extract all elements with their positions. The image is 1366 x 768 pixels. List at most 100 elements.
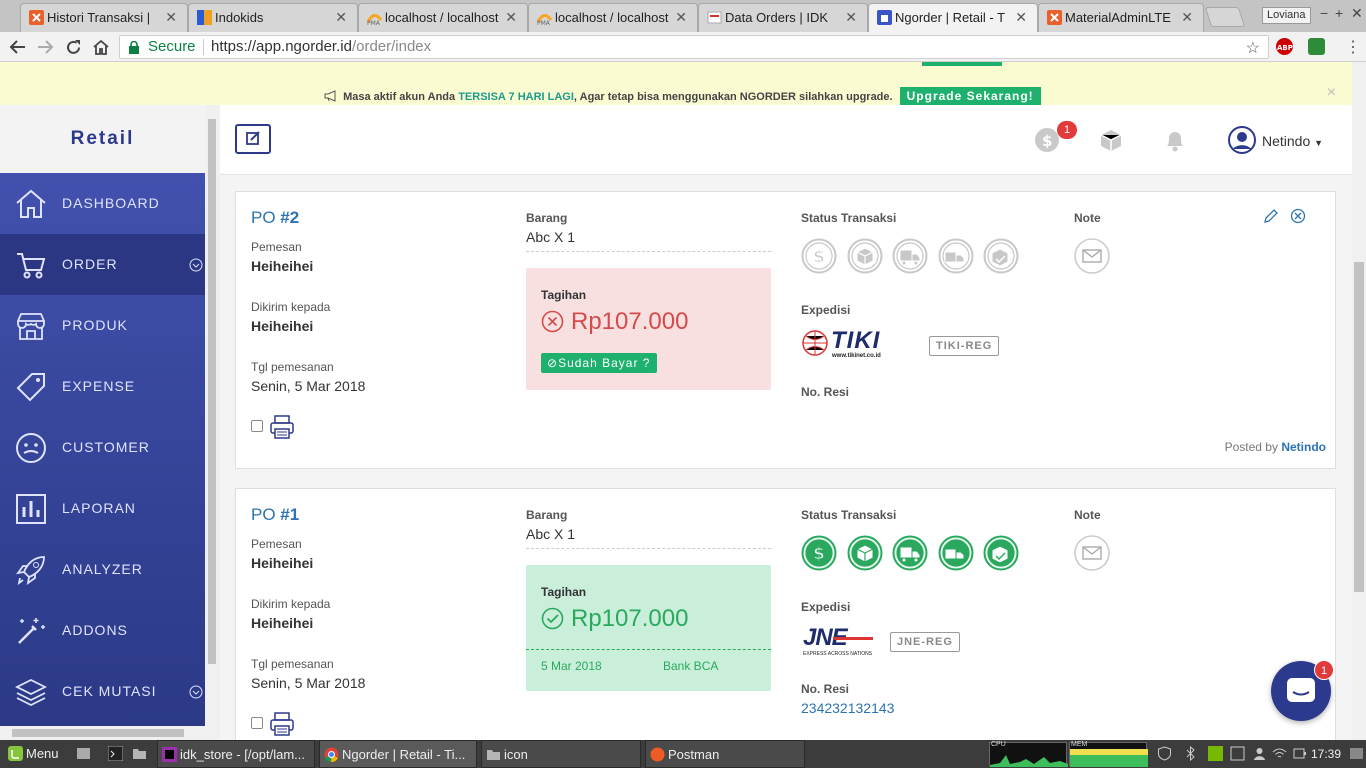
bluetooth-icon[interactable] [1183, 746, 1198, 761]
shipping-step-icon[interactable] [892, 238, 928, 274]
clock[interactable]: 17:39 [1311, 740, 1341, 768]
forward-icon[interactable] [37, 39, 55, 55]
start-menu-button[interactable]: Menu [4, 740, 66, 768]
sidebar-item-customer[interactable]: CUSTOMER [0, 417, 205, 478]
in-transit-step-icon[interactable] [938, 238, 974, 274]
barang-value: Abc X 1 [526, 526, 576, 542]
close-tab-icon[interactable]: ✕ [335, 4, 347, 31]
maximize-icon[interactable]: + [1335, 5, 1343, 21]
taskbar-window[interactable]: idk_store - [/opt/lam... [157, 740, 315, 768]
terminal-launcher-icon[interactable] [108, 746, 123, 761]
tray-app-icon[interactable] [1230, 746, 1245, 761]
address-bar[interactable]: Secure https://app.ngorder.id/order/inde… [119, 35, 1269, 59]
show-desktop-icon[interactable] [1349, 746, 1364, 761]
po-number[interactable]: PO #1 [251, 505, 299, 525]
bell-icon[interactable] [1162, 127, 1188, 153]
cancel-order-icon[interactable] [1290, 208, 1306, 224]
close-tab-icon[interactable]: ✕ [1181, 4, 1193, 31]
close-window-icon[interactable]: ✕ [1351, 5, 1363, 22]
delivered-step-icon[interactable] [983, 535, 1019, 571]
sidebar-item-produk[interactable]: PRODUK [0, 295, 205, 356]
browser-profile-chip[interactable]: Loviana [1262, 7, 1311, 24]
battery-icon[interactable] [1292, 746, 1307, 761]
close-tab-icon[interactable]: ✕ [675, 4, 687, 31]
wifi-icon[interactable] [1272, 746, 1287, 761]
taskbar-window[interactable]: Postman [645, 740, 805, 768]
user-menu[interactable]: Netindo ▼ [1262, 133, 1323, 149]
sidebar-horizontal-scrollbar[interactable] [0, 726, 220, 740]
sidebar-scrollbar[interactable] [205, 105, 220, 726]
page-scrollbar[interactable] [1352, 62, 1366, 740]
minimize-icon[interactable]: − [1320, 5, 1328, 21]
payment-step-icon[interactable]: $ [801, 238, 837, 274]
sidebar-item-laporan[interactable]: LAPORAN [0, 478, 205, 539]
home-page-icon[interactable] [92, 39, 110, 56]
packing-step-icon[interactable] [847, 238, 883, 274]
delivered-step-icon[interactable] [983, 238, 1019, 274]
envelope-icon[interactable] [1074, 535, 1110, 571]
brand-title: Retail [0, 105, 205, 173]
mint-logo-icon [8, 746, 23, 761]
close-tab-icon[interactable]: ✕ [165, 4, 177, 31]
tgl-value: Senin, 5 Mar 2018 [251, 378, 366, 394]
sidebar-item-expense[interactable]: EXPENSE [0, 356, 205, 417]
back-icon[interactable] [8, 39, 26, 55]
close-banner-icon[interactable]: × [1327, 84, 1336, 102]
chevron-down-icon[interactable] [189, 685, 203, 699]
print-icon[interactable] [270, 712, 294, 736]
envelope-icon[interactable] [1074, 238, 1110, 274]
edit-pencil-icon[interactable] [1263, 209, 1278, 224]
paid-bank: Bank BCA [663, 659, 719, 673]
sidebar-item-cek-mutasi[interactable]: CEK MUTASI [0, 661, 205, 722]
taskbar-window-active[interactable]: Ngorder | Retail - Ti... [319, 740, 477, 768]
browser-tab[interactable]: Histori Transaksi | ✕ [20, 3, 188, 32]
resi-number[interactable]: 234232132143 [801, 700, 894, 716]
tgl-value: Senin, 5 Mar 2018 [251, 675, 366, 691]
chevron-down-icon[interactable] [189, 258, 203, 272]
shipping-step-icon[interactable] [892, 535, 928, 571]
browser-tab[interactable]: Data Orders | IDK ✕ [698, 3, 868, 32]
user-tray-icon[interactable] [1252, 746, 1267, 761]
package-icon[interactable] [1098, 127, 1124, 153]
folder-launcher-icon[interactable] [132, 746, 147, 761]
adblock-icon[interactable]: ABP [1276, 38, 1293, 55]
folder-icon [486, 747, 501, 762]
close-tab-icon[interactable]: ✕ [505, 4, 517, 31]
mark-paid-button[interactable]: ⊘Sudah Bayar ? [541, 353, 658, 373]
print-icon[interactable] [270, 415, 294, 439]
sidebar-item-order[interactable]: ORDER [0, 234, 205, 295]
reload-icon[interactable] [65, 39, 82, 56]
browser-tab[interactable]: Indokids ✕ [188, 3, 358, 32]
packing-step-icon[interactable] [847, 535, 883, 571]
taskbar-window[interactable]: icon [481, 740, 641, 768]
svg-text:PMA: PMA [367, 20, 381, 25]
files-launcher-icon[interactable] [76, 746, 91, 761]
po-number[interactable]: PO #2 [251, 208, 299, 228]
avatar[interactable] [1228, 126, 1256, 154]
bookmark-star-icon[interactable]: ☆ [1246, 38, 1260, 60]
tagihan-label: Tagihan [541, 585, 587, 599]
nvidia-icon[interactable] [1208, 746, 1223, 761]
new-tab-button[interactable] [1204, 7, 1246, 27]
close-tab-icon[interactable]: ✕ [845, 4, 857, 31]
resi-label: No. Resi [801, 385, 850, 399]
browser-menu-icon[interactable]: ⋮ [1345, 37, 1361, 57]
rocket-icon [14, 553, 48, 587]
select-checkbox[interactable] [251, 420, 263, 432]
payment-step-icon[interactable]: $ [801, 535, 837, 571]
sidebar-item-analyzer[interactable]: ANALYZER [0, 539, 205, 600]
browser-tab-active[interactable]: Ngorder | Retail - T ✕ [868, 3, 1038, 32]
browser-tab[interactable]: PMA localhost / localhost ✕ [358, 3, 528, 32]
in-transit-step-icon[interactable] [938, 535, 974, 571]
browser-tab[interactable]: MaterialAdminLTE ✕ [1038, 3, 1204, 32]
posted-by-link[interactable]: Netindo [1281, 440, 1326, 454]
extension-icon[interactable] [1308, 38, 1325, 55]
browser-tab[interactable]: PMA localhost / localhost ✕ [528, 3, 698, 32]
new-order-button[interactable] [235, 124, 271, 154]
select-checkbox[interactable] [251, 717, 263, 729]
upgrade-button[interactable]: Upgrade Sekarang! [899, 87, 1041, 105]
sidebar-item-addons[interactable]: ADDONS [0, 600, 205, 661]
close-tab-icon[interactable]: ✕ [1015, 4, 1027, 31]
shield-icon[interactable] [1157, 746, 1172, 761]
sidebar-item-dashboard[interactable]: DASHBOARD [0, 173, 205, 234]
